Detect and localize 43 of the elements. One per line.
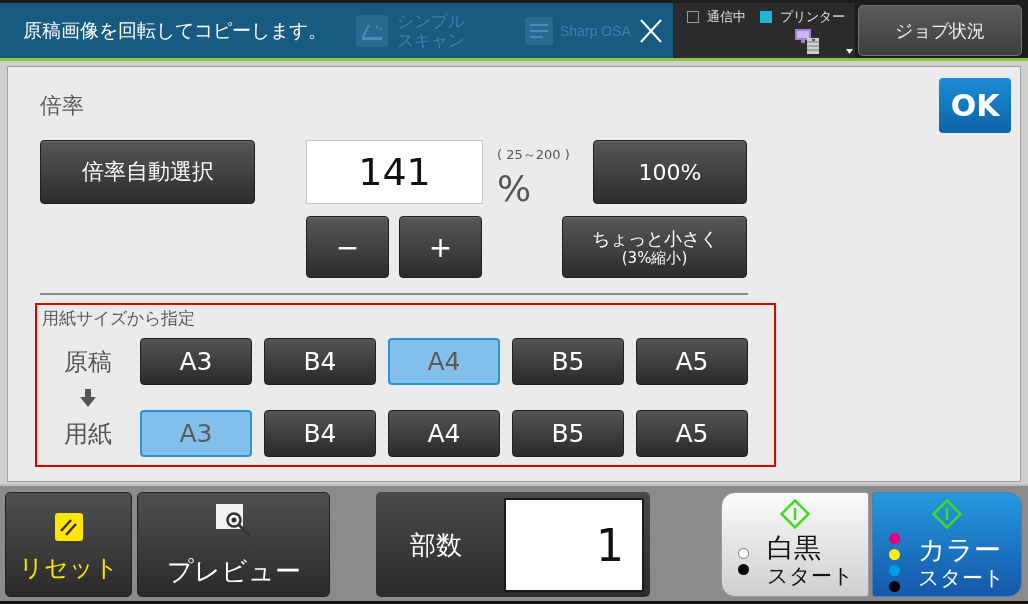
close-button[interactable]: [640, 18, 662, 43]
notice-message: 原稿画像を回転してコピーします。: [23, 17, 327, 43]
start-button[interactable]: 白黒 スタート: [721, 492, 869, 597]
job-status-button[interactable]: ジョブ状況: [858, 5, 1022, 56]
diamond-bar-icon: [780, 499, 810, 529]
range-text: ( 25～200 ): [497, 147, 570, 163]
document-icon: [525, 16, 553, 45]
unit-text: %: [497, 172, 532, 206]
auto-select-button[interactable]: 倍率自動選択: [40, 140, 255, 204]
size-button[interactable]: B5: [512, 410, 624, 457]
size-button[interactable]: B4: [264, 338, 376, 385]
scanner-icon: [356, 14, 388, 47]
group-title: 用紙サイズから指定: [42, 307, 196, 329]
row-label: 原稿: [63, 346, 112, 378]
status-label: プリンター: [780, 8, 845, 26]
minus-button[interactable]: −: [306, 216, 389, 278]
size-button[interactable]: B4: [264, 410, 376, 457]
row-label: 用紙: [63, 418, 112, 450]
status-label: 通信中: [707, 8, 746, 26]
reduce-button[interactable]: ちょっと小さく (3%縮小): [562, 216, 747, 278]
caret-icon: [846, 49, 853, 54]
size-button[interactable]: A5: [636, 410, 748, 457]
copies-label: 部数: [410, 528, 462, 562]
dropdown-caret-button[interactable]: [846, 49, 853, 54]
size-button[interactable]: A5: [636, 338, 748, 385]
preset-button[interactable]: 100%: [593, 140, 747, 204]
down-arrow-icon: [79, 388, 97, 407]
reset-button[interactable]: リセット: [5, 492, 132, 597]
preview-button[interactable]: プレビュー: [137, 492, 330, 597]
close-icon: [640, 18, 662, 43]
diamond-bar-icon: [932, 499, 962, 529]
ok-button[interactable]: OK: [939, 78, 1011, 133]
size-button[interactable]: B5: [512, 338, 624, 385]
page-magnifier-icon: [215, 504, 252, 538]
size-button[interactable]: A3: [140, 338, 252, 385]
double-slash-icon: [54, 513, 83, 541]
plus-button[interactable]: +: [399, 216, 482, 278]
copies-field[interactable]: 1: [504, 498, 644, 592]
size-button[interactable]: A4: [388, 410, 500, 457]
start-button[interactable]: カラー スタート: [872, 492, 1022, 597]
section-title: 倍率: [40, 91, 84, 120]
ratio-field[interactable]: 141: [306, 140, 483, 204]
computer-printer-icon[interactable]: [795, 29, 819, 54]
